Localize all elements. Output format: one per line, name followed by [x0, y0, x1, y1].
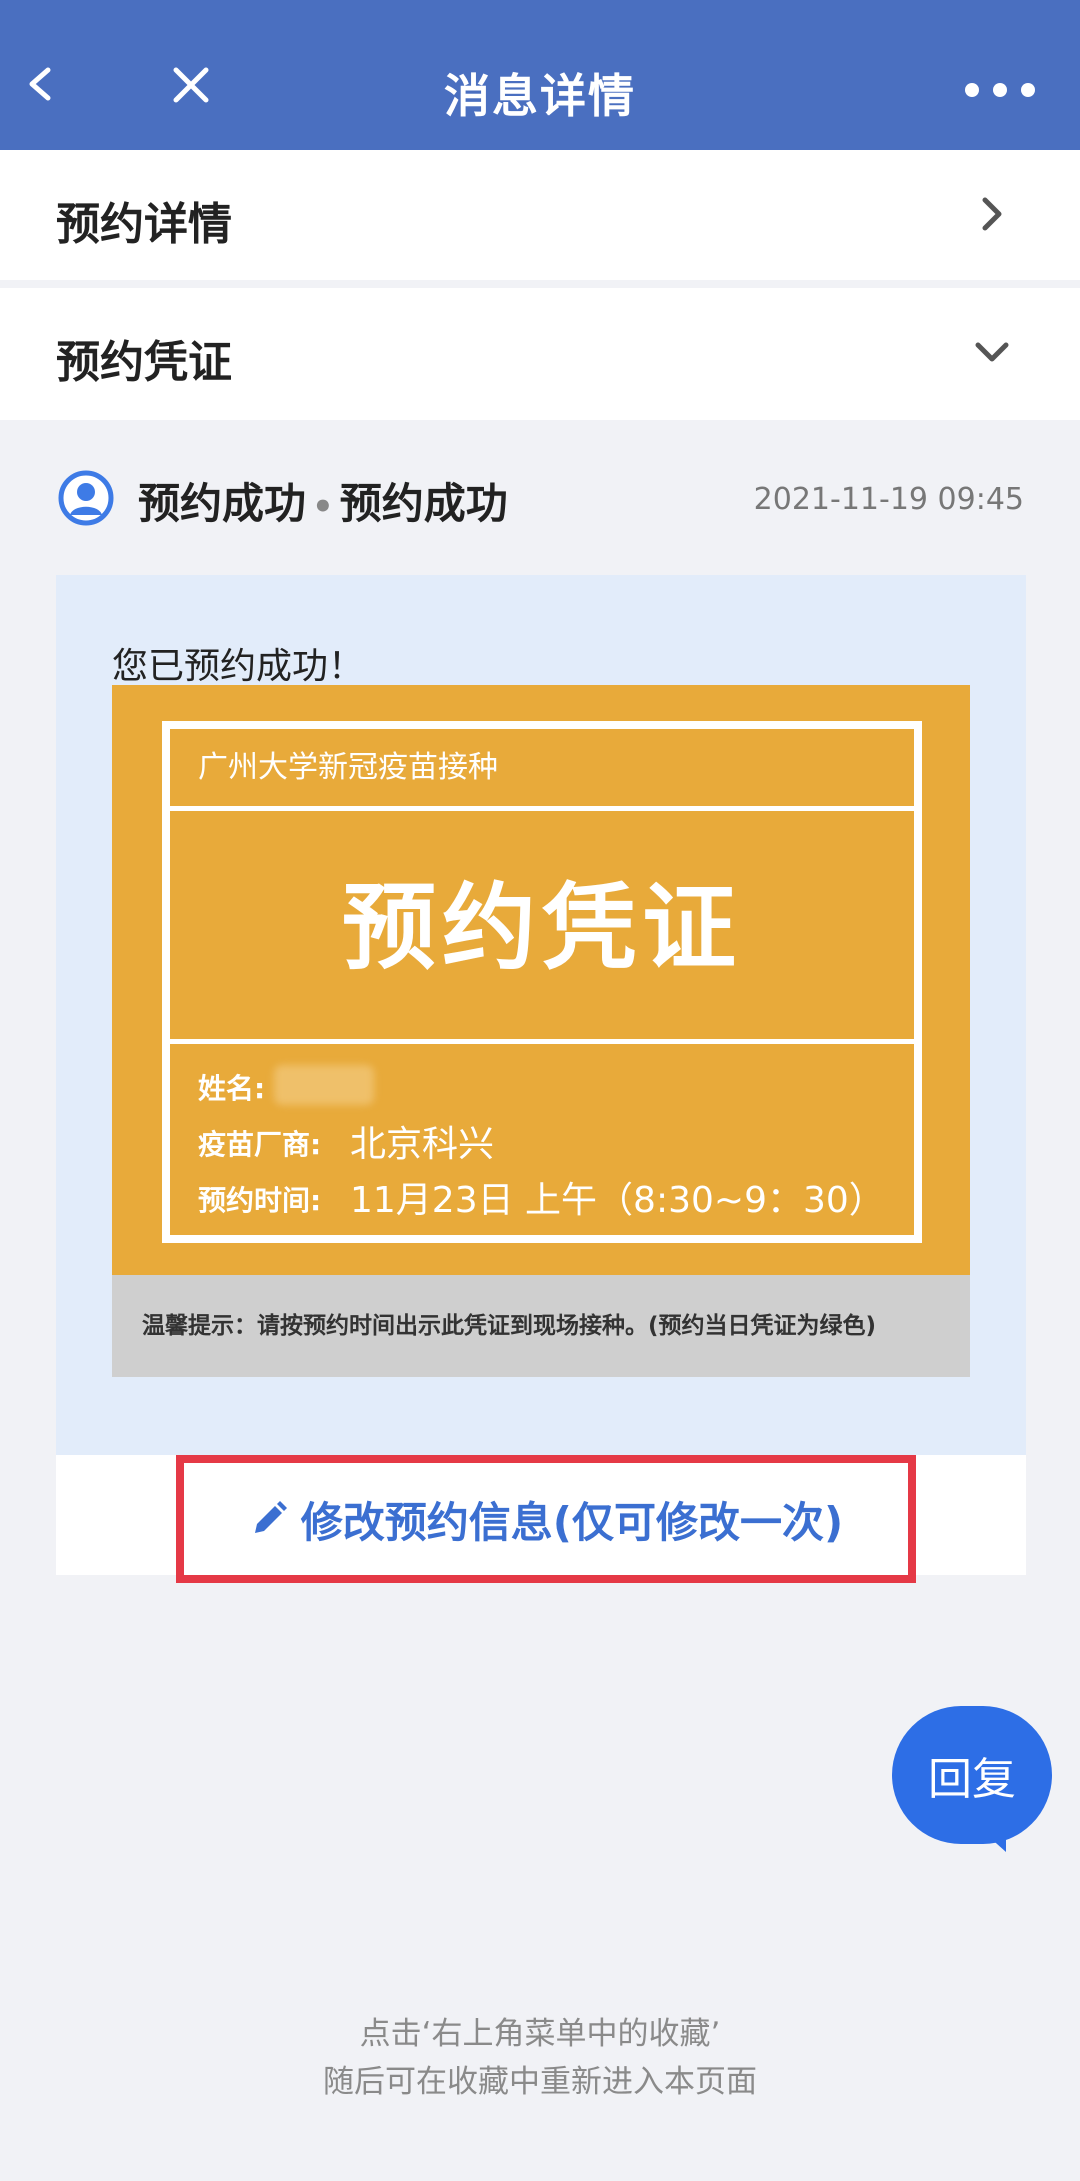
title-separator: •	[312, 487, 334, 527]
message-header: 预约成功 • 预约成功 2021-11-19 09:45	[0, 460, 1080, 540]
message-intro: 您已预约成功！	[112, 646, 365, 687]
blurred-name	[274, 1065, 374, 1105]
edit-appointment-button[interactable]: 修改预约信息(仅可修改一次)	[176, 1455, 916, 1583]
voucher-title: 预约凭证	[170, 816, 914, 1044]
close-icon[interactable]	[168, 62, 214, 108]
appointment-voucher-label: 预约凭证	[56, 337, 232, 388]
message-detail-page: 消息详情 预约详情 预约凭证 预约成功 • 预约成功 2021-11-19 09:4…	[0, 0, 1080, 2181]
appointment-details-row[interactable]: 预约详情	[0, 150, 1080, 280]
time-label: 预约时间:	[198, 1184, 322, 1217]
reply-bubble-tail	[968, 1818, 1006, 1852]
pencil-icon	[249, 1499, 289, 1539]
message-title: 预约成功 • 预约成功	[138, 470, 508, 531]
footer-line-1: 点击‘右上角菜单中的收藏’	[359, 2016, 721, 2052]
voucher-frame: 广州大学新冠疫苗接种 预约凭证 姓名: 疫苗厂商: 北京科兴 预约时间: 11月…	[162, 721, 922, 1243]
chevron-down-icon	[970, 330, 1014, 374]
appointment-details-label: 预约详情	[56, 199, 232, 250]
edit-appointment-label: 修改预约信息(仅可修改一次)	[300, 1497, 844, 1547]
page-title: 消息详情	[444, 69, 636, 123]
voucher-organization: 广州大学新冠疫苗接种	[170, 729, 914, 811]
message-sender: 预约成功	[138, 479, 307, 528]
message-time: 2021-11-19 09:45	[753, 482, 1024, 517]
footer-hint: 点击‘右上角菜单中的收藏’ 随后可在收藏中重新进入本页面	[0, 2010, 1080, 2106]
more-icon[interactable]	[962, 70, 1038, 110]
voucher-time-row: 预约时间: 11月23日 上午（8:30~9：30）	[198, 1171, 918, 1227]
back-icon[interactable]	[18, 62, 62, 106]
message-card: 您已预约成功！ 广州大学新冠疫苗接种 预约凭证 姓名: 疫苗厂商: 北京科兴 预…	[56, 575, 1026, 1455]
voucher-tip: 温馨提示：请按预约时间出示此凭证到现场接种。(预约当日凭证为绿色)	[112, 1275, 970, 1377]
voucher-info: 姓名: 疫苗厂商: 北京科兴 预约时间: 11月23日 上午（8:30~9：30…	[198, 1059, 918, 1227]
voucher-maker-row: 疫苗厂商: 北京科兴	[198, 1115, 918, 1171]
time-value: 11月23日 上午（8:30~9：30）	[350, 1180, 885, 1221]
maker-value: 北京科兴	[350, 1124, 495, 1165]
message-subject: 预约成功	[339, 479, 508, 528]
maker-label: 疫苗厂商:	[198, 1128, 322, 1161]
voucher-name-row: 姓名:	[198, 1059, 918, 1115]
name-label: 姓名:	[198, 1072, 266, 1105]
user-avatar-icon	[58, 470, 114, 526]
chevron-right-icon	[970, 192, 1014, 236]
appointment-voucher-row[interactable]: 预约凭证	[0, 288, 1080, 420]
header-bar: 消息详情	[0, 0, 1080, 150]
voucher-image: 广州大学新冠疫苗接种 预约凭证 姓名: 疫苗厂商: 北京科兴 预约时间: 11月…	[112, 685, 970, 1275]
footer-line-2: 随后可在收藏中重新进入本页面	[323, 2064, 757, 2100]
reply-label: 回复	[928, 1754, 1016, 1805]
